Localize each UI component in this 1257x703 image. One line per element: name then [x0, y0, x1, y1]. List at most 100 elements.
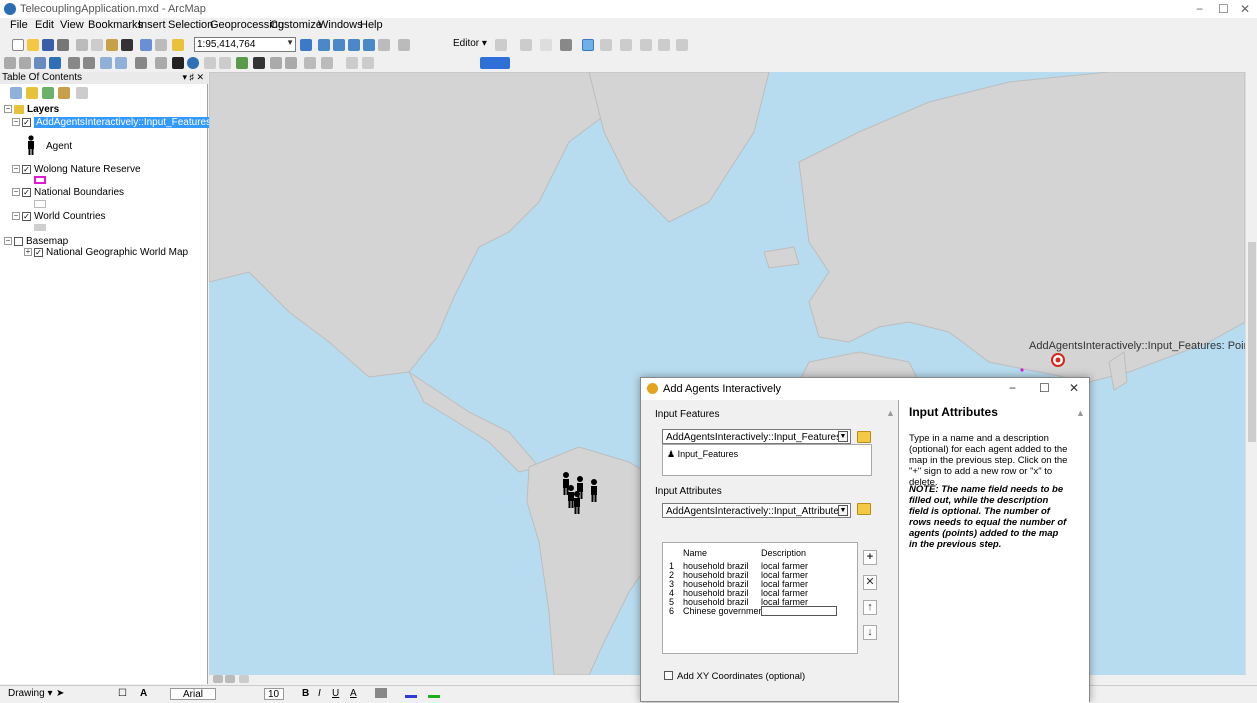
menu-customize[interactable]: Customize	[270, 19, 322, 31]
chevron-down-icon[interactable]: ▼	[838, 505, 848, 516]
attributes-icon[interactable]	[658, 39, 670, 51]
dialog-minimize-button[interactable]: −	[1009, 381, 1016, 395]
delete-icon[interactable]	[121, 39, 133, 51]
expand-icon[interactable]: +	[24, 248, 32, 257]
layer-name-natgeo[interactable]: National Geographic World Map	[46, 247, 188, 258]
toc-layer-world-countries[interactable]: − ✓ World Countries	[12, 211, 106, 222]
select-features-icon[interactable]	[135, 57, 147, 69]
drawing-menu-button[interactable]: Drawing ▾	[8, 688, 52, 699]
scrollbar-thumb[interactable]	[1248, 242, 1256, 442]
marker-color-icon[interactable]	[428, 695, 440, 698]
table-row[interactable]: 6 Chinese government	[663, 606, 857, 616]
chevron-down-icon[interactable]: ▼	[838, 431, 848, 442]
list-by-drawing-order-icon[interactable]	[10, 87, 22, 99]
collapse-up-icon[interactable]: ▲	[886, 408, 895, 418]
move-row-up-button[interactable]: ↑	[863, 600, 877, 615]
layer-visibility-checkbox[interactable]: ✓	[22, 164, 31, 174]
menu-windows[interactable]: Windows	[318, 19, 363, 31]
map-vertical-scrollbar[interactable]	[1245, 72, 1257, 675]
layer-visibility-checkbox[interactable]: ✓	[22, 187, 31, 197]
toc-options-icon[interactable]	[76, 87, 88, 99]
fixed-zoom-out-icon[interactable]	[83, 57, 95, 69]
description-edit-field[interactable]	[761, 606, 837, 616]
redo-icon[interactable]	[155, 39, 167, 51]
list-by-source-icon[interactable]	[26, 87, 38, 99]
toc-layer-input-features[interactable]: − ✓ AddAgentsInteractively::Input_Features	[12, 117, 214, 128]
menu-bookmarks[interactable]: Bookmarks	[88, 19, 143, 31]
toc-layer-national-boundaries[interactable]: − ✓ National Boundaries	[12, 187, 124, 198]
collapse-icon[interactable]: −	[12, 188, 20, 197]
time-slider-icon[interactable]	[304, 57, 316, 69]
catalog-icon[interactable]	[333, 39, 345, 51]
line-color-icon[interactable]	[405, 695, 417, 698]
move-row-down-button[interactable]: ↓	[863, 625, 877, 640]
clear-selection-icon[interactable]	[155, 57, 167, 69]
copy-icon[interactable]	[91, 39, 103, 51]
zoom-out-icon[interactable]	[19, 57, 31, 69]
chevron-down-icon[interactable]: ▼	[286, 38, 294, 47]
xy-go-to-icon[interactable]	[285, 57, 297, 69]
map-scale-input[interactable]: 1:95,414,764 ▼	[194, 37, 296, 52]
find-icon[interactable]	[253, 57, 265, 69]
add-row-button[interactable]: +	[863, 550, 877, 565]
undo-icon[interactable]	[140, 39, 152, 51]
layout-view-icon[interactable]	[225, 675, 235, 683]
full-extent-icon[interactable]	[49, 57, 61, 69]
arctoolbox-icon[interactable]	[363, 39, 375, 51]
font-color-button[interactable]: A	[350, 688, 357, 699]
menu-edit[interactable]: Edit	[35, 19, 54, 31]
menu-insert[interactable]: Insert	[138, 19, 166, 31]
cut-icon[interactable]	[76, 39, 88, 51]
row-name-cell[interactable]: Chinese government	[683, 606, 766, 616]
identify-icon[interactable]	[187, 57, 199, 69]
toc-layer-wolong[interactable]: − ✓ Wolong Nature Reserve	[12, 164, 141, 175]
open-folder-icon[interactable]	[27, 39, 39, 51]
layer-visibility-checkbox[interactable]: ✓	[22, 117, 31, 127]
table-row[interactable]: 1 household brazil local farmer	[663, 561, 857, 571]
select-elements-icon[interactable]	[172, 57, 184, 69]
collapse-icon[interactable]: −	[12, 165, 20, 174]
route-icon[interactable]	[270, 57, 282, 69]
italic-button[interactable]: I	[318, 688, 321, 699]
minimize-button[interactable]: −	[1196, 2, 1203, 16]
edit-tool-icon[interactable]	[495, 39, 507, 51]
split-icon[interactable]	[620, 39, 632, 51]
list-item[interactable]: ♟ Input_Features	[667, 449, 738, 460]
refresh-icon[interactable]	[239, 675, 249, 683]
layer-name-national-boundaries[interactable]: National Boundaries	[34, 187, 124, 198]
dialog-maximize-button[interactable]: ☐	[1039, 381, 1050, 395]
add-data-icon[interactable]	[172, 39, 184, 51]
rectangle-tool-icon[interactable]: ☐	[118, 688, 127, 699]
text-tool-icon[interactable]: A	[140, 688, 147, 699]
table-of-contents-icon[interactable]	[318, 39, 330, 51]
delete-row-button[interactable]: ✕	[863, 575, 877, 590]
layer-visibility-checkbox[interactable]	[14, 236, 23, 246]
collapse-icon[interactable]: −	[12, 118, 20, 127]
save-icon[interactable]	[42, 39, 54, 51]
maximize-button[interactable]: ☐	[1218, 2, 1229, 16]
layer-name-basemap[interactable]: Basemap	[26, 236, 68, 247]
menu-view[interactable]: View	[60, 19, 84, 31]
dialog-close-button[interactable]: ✕	[1069, 381, 1079, 395]
toc-pin-close-icon[interactable]: ▾ ♯ ✕	[182, 72, 204, 83]
model-builder-icon[interactable]	[398, 39, 410, 51]
rotate-icon[interactable]	[640, 39, 652, 51]
new-document-icon[interactable]	[12, 39, 24, 51]
editor-menu-button[interactable]: Editor ▾	[453, 38, 487, 49]
viewer-icon[interactable]	[362, 57, 374, 69]
bold-button[interactable]: B	[302, 688, 309, 699]
table-row[interactable]: 4 household brazil local farmer	[663, 588, 857, 598]
open-folder-icon[interactable]	[857, 503, 871, 515]
swipe-icon[interactable]	[321, 57, 333, 69]
zoom-in-icon[interactable]	[4, 57, 16, 69]
toc-layer-natgeo[interactable]: + ✓ National Geographic World Map	[24, 247, 188, 258]
table-row[interactable]: 5 household brazil local farmer	[663, 597, 857, 607]
editor-toolbar-icon[interactable]	[300, 39, 312, 51]
fixed-zoom-in-icon[interactable]	[68, 57, 80, 69]
straight-segment-icon[interactable]	[520, 39, 532, 51]
collapse-icon[interactable]: −	[4, 237, 12, 246]
close-button[interactable]: ✕	[1240, 2, 1250, 16]
print-icon[interactable]	[57, 39, 69, 51]
add-xy-coordinates-checkbox[interactable]	[664, 671, 673, 680]
menu-file[interactable]: File	[10, 19, 28, 31]
